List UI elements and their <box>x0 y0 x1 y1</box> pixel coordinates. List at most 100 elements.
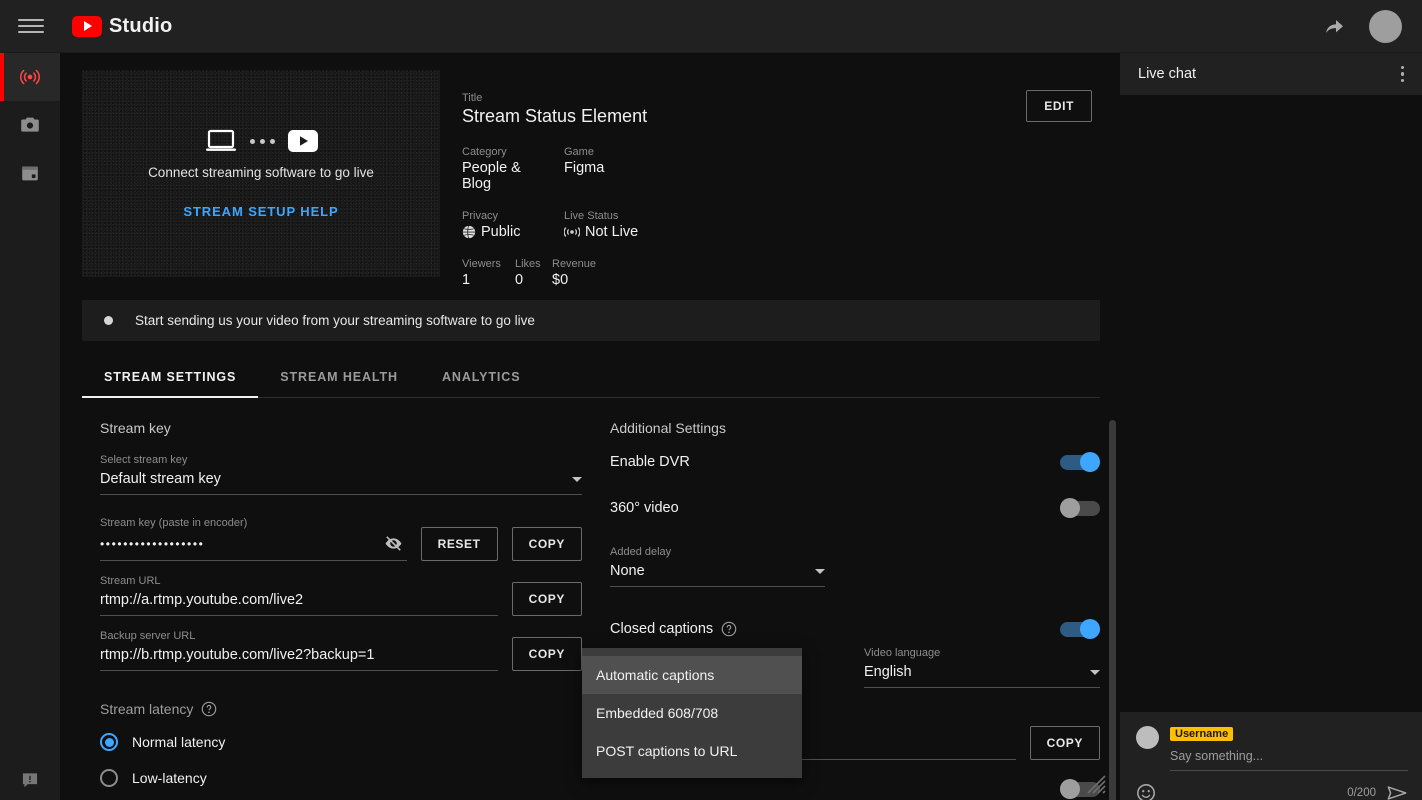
video-language-value: English <box>864 664 912 680</box>
copy-stream-url-button[interactable]: COPY <box>511 582 582 616</box>
likes-block: Likes 0 <box>515 258 552 288</box>
viewers-label: Viewers <box>462 258 501 270</box>
chevron-down-icon <box>815 568 825 574</box>
closed-captions-toggle[interactable] <box>1060 618 1100 639</box>
backup-url-label: Backup server URL <box>100 630 196 642</box>
send-icon[interactable] <box>1386 782 1408 800</box>
backup-url-field[interactable]: Backup server URL rtmp://b.rtmp.youtube.… <box>100 630 498 671</box>
copy-stream-key-button[interactable]: COPY <box>511 527 582 561</box>
video-360-label: 360° video <box>610 500 679 516</box>
dropdown-item-automatic-captions[interactable]: Automatic captions <box>582 656 802 694</box>
studio-brand[interactable]: Studio <box>72 15 172 38</box>
video-360-toggle[interactable] <box>1060 497 1100 518</box>
category-label: Category <box>462 146 507 158</box>
privacy-value-wrap: Public <box>462 224 540 240</box>
help-circle-icon[interactable] <box>721 621 737 637</box>
more-vertical-icon[interactable] <box>1397 62 1409 87</box>
live-status-block: Live Status Not Live <box>564 210 638 240</box>
edit-button[interactable]: EDIT <box>1026 90 1092 122</box>
content-scrollbar[interactable] <box>1106 414 1118 800</box>
chevron-down-icon <box>1090 669 1100 675</box>
closed-captions-row: Closed captions <box>610 618 1100 639</box>
copy-backup-url-button[interactable]: COPY <box>511 637 582 671</box>
webcam-icon <box>21 117 39 132</box>
dropdown-item-embedded-608-708[interactable]: Embedded 608/708 <box>582 694 802 732</box>
likes-label: Likes <box>515 258 541 270</box>
select-stream-key-field[interactable]: Select stream key Default stream key <box>100 454 582 495</box>
account-avatar[interactable] <box>1369 9 1402 43</box>
backup-url-row: Backup server URL rtmp://b.rtmp.youtube.… <box>100 630 582 671</box>
status-dot-icon <box>104 316 113 325</box>
stream-metadata: Title Stream Status Element Category Peo… <box>440 70 1100 288</box>
top-bar: Studio <box>0 0 1422 53</box>
chat-username-badge: Username <box>1170 727 1234 741</box>
stream-setup-help-link[interactable]: STREAM SETUP HELP <box>183 204 338 219</box>
main-stage: Connect streaming software to go live ST… <box>60 53 1120 800</box>
added-delay-value: None <box>610 563 645 579</box>
rail-item-manage[interactable] <box>0 149 60 197</box>
reset-stream-key-button[interactable]: RESET <box>420 527 498 561</box>
stream-key-field[interactable]: Stream key (paste in encoder) ••••••••••… <box>100 517 407 561</box>
rail-feedback[interactable] <box>0 770 60 790</box>
revenue-block: Revenue $0 <box>552 258 596 288</box>
live-chat-header: Live chat <box>1120 53 1422 95</box>
closed-captions-label: Closed captions <box>610 621 714 637</box>
live-status-label: Live Status <box>564 210 619 222</box>
viewers-block: Viewers 1 <box>462 258 515 288</box>
tab-analytics[interactable]: ANALYTICS <box>420 370 542 397</box>
game-value: Figma <box>564 160 605 176</box>
select-stream-key-value: Default stream key <box>100 471 221 487</box>
viewers-value: 1 <box>462 272 471 288</box>
share-arrow-icon[interactable] <box>1323 14 1347 38</box>
emoji-icon[interactable] <box>1136 783 1156 800</box>
enable-dvr-toggle[interactable] <box>1060 451 1100 472</box>
rail-item-webcam[interactable] <box>0 101 60 149</box>
stream-title: Stream Status Element <box>462 106 648 126</box>
stream-preview[interactable]: Connect streaming software to go live ST… <box>82 70 440 277</box>
chat-actions: 0/200 <box>1136 782 1408 800</box>
latency-option-low[interactable]: Low-latency <box>100 769 582 787</box>
game-block: Game Figma <box>564 146 604 192</box>
resize-grip-icon[interactable] <box>1084 772 1106 794</box>
tab-stream-settings[interactable]: STREAM SETTINGS <box>82 370 259 398</box>
latency-normal-label: Normal latency <box>132 734 226 750</box>
chat-input-row: Username Say something... <box>1136 724 1408 771</box>
category-block: Category People & Blog <box>462 146 540 192</box>
captions-source-dropdown[interactable]: Automatic captions Embedded 608/708 POST… <box>582 648 802 778</box>
rail-item-stream[interactable] <box>0 53 60 101</box>
hamburger-menu-icon[interactable] <box>18 13 44 39</box>
latency-low-label: Low-latency <box>132 770 207 786</box>
scrollbar-thumb[interactable] <box>1109 420 1116 800</box>
help-circle-icon[interactable] <box>201 701 217 717</box>
stream-key-label: Stream key (paste in encoder) <box>100 517 248 529</box>
broadcast-small-icon <box>564 227 580 237</box>
stream-url-field[interactable]: Stream URL rtmp://a.rtmp.youtube.com/liv… <box>100 575 498 616</box>
dropdown-item-post-captions-to-url[interactable]: POST captions to URL <box>582 732 802 770</box>
added-delay-field[interactable]: Added delay None <box>610 546 825 587</box>
added-delay-label: Added delay <box>610 546 672 558</box>
tab-stream-health[interactable]: STREAM HEALTH <box>258 370 420 397</box>
latency-option-normal[interactable]: Normal latency <box>100 733 582 751</box>
stream-key-section-title: Stream key <box>100 420 171 436</box>
select-stream-key-label: Select stream key <box>100 454 188 466</box>
stream-key-row: Stream key (paste in encoder) ••••••••••… <box>100 517 582 561</box>
video-language-field[interactable]: Video language English <box>864 647 1100 688</box>
eye-off-icon[interactable] <box>384 534 403 553</box>
connect-icon-group <box>205 128 318 154</box>
chat-user-avatar <box>1136 726 1159 749</box>
chat-character-counter: 0/200 <box>1347 787 1376 799</box>
hero-row: Connect streaming software to go live ST… <box>82 70 1100 288</box>
obscured-toggle-row <box>610 779 1100 799</box>
privacy-label: Privacy <box>462 210 499 222</box>
youtube-logo-icon <box>72 15 102 37</box>
laptop-icon <box>205 129 236 151</box>
brand-label: Studio <box>109 14 173 37</box>
chat-message-input[interactable]: Say something... <box>1170 749 1408 771</box>
live-chat-messages <box>1120 95 1422 712</box>
stream-url-row: Stream URL rtmp://a.rtmp.youtube.com/liv… <box>100 575 582 616</box>
copy-obscured-backup-button[interactable]: COPY <box>1029 726 1100 760</box>
feedback-icon <box>22 773 38 788</box>
settings-panel: Stream key Select stream key Default str… <box>82 398 1100 800</box>
backup-url-value: rtmp://b.rtmp.youtube.com/live2?backup=1 <box>100 647 375 663</box>
live-chat-title: Live chat <box>1138 66 1197 82</box>
